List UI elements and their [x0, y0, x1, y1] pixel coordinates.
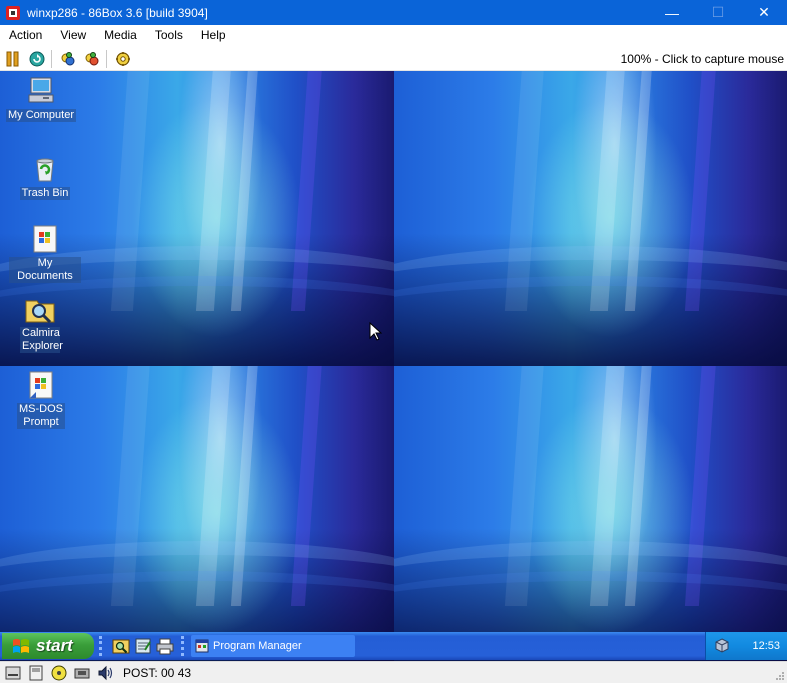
- program-manager-icon: [195, 639, 209, 653]
- notepad-icon[interactable]: [134, 637, 152, 655]
- printer-icon[interactable]: [156, 637, 174, 655]
- pause-icon: [6, 51, 19, 66]
- resize-grip-icon[interactable]: [775, 671, 785, 681]
- desktop-icon-label: MS-DOS Prompt: [17, 403, 65, 429]
- computer-icon: [28, 77, 54, 103]
- desktop-icon-label: Calmira Explorer: [20, 327, 63, 353]
- toolbar: 100% - Click to capture mouse: [0, 47, 787, 71]
- documents-icon: [33, 225, 57, 253]
- mouse-cursor-icon: [369, 322, 383, 341]
- reset-icon: [29, 51, 45, 66]
- desktop-icon-label: My Computer: [5, 109, 77, 122]
- reset-button[interactable]: [26, 48, 48, 70]
- sound-icon[interactable]: [97, 665, 113, 681]
- taskbar-grip[interactable]: [181, 636, 184, 656]
- emulator-screen[interactable]: My Computer Trash Bin My Documents Calmi…: [0, 71, 787, 661]
- maximize-button[interactable]: ☐: [695, 0, 741, 25]
- desktop-icon-ms-dos-prompt[interactable]: MS-DOS Prompt: [5, 369, 77, 429]
- desktop-icon-my-documents[interactable]: My Documents: [9, 223, 81, 283]
- desktop-icon-calmira-explorer[interactable]: Calmira Explorer: [4, 293, 76, 353]
- close-button[interactable]: ✕: [741, 0, 787, 25]
- menu-bar: Action View Media Tools Help: [0, 25, 787, 46]
- window-title: winxp286 - 86Box 3.6 [build 3904]: [27, 5, 208, 20]
- start-button[interactable]: start: [2, 633, 94, 659]
- pause-button[interactable]: [2, 48, 24, 70]
- capture-mouse-status: 100% - Click to capture mouse: [620, 52, 784, 66]
- settings-button[interactable]: [112, 48, 134, 70]
- explorer-icon: [25, 300, 55, 324]
- taskbar: start Program Manager 12:53: [0, 632, 787, 660]
- clock: 12:53: [752, 640, 780, 652]
- ctrl-alt-del-icon: [61, 51, 75, 65]
- menu-action[interactable]: Action: [0, 25, 51, 46]
- network-card-icon[interactable]: [74, 665, 90, 681]
- taskbar-grip[interactable]: [99, 636, 102, 656]
- cdrom-icon[interactable]: [51, 665, 67, 681]
- ctrl-alt-del-button[interactable]: [57, 48, 79, 70]
- desktop-icon-trash-bin[interactable]: Trash Bin: [9, 153, 81, 200]
- toolbar-separator: [51, 49, 52, 68]
- wallpaper-tile: [394, 71, 787, 366]
- dos-prompt-icon: [29, 371, 53, 399]
- desktop-icon-label: Trash Bin: [19, 187, 71, 200]
- disk-drive-icon[interactable]: [28, 665, 44, 681]
- recycle-bin-icon: [36, 158, 54, 182]
- explorer-icon[interactable]: [112, 637, 130, 655]
- toolbar-separator: [106, 49, 107, 68]
- windows-logo-icon: [13, 639, 29, 653]
- network-icon[interactable]: [714, 638, 730, 654]
- start-label: start: [36, 636, 73, 655]
- title-bar: winxp286 - 86Box 3.6 [build 3904] — ☐ ✕: [0, 0, 787, 25]
- status-bar: POST: 00 43: [0, 661, 787, 683]
- taskbar-item-program-manager[interactable]: Program Manager: [191, 635, 355, 657]
- desktop-icon-label: My Documents: [9, 257, 81, 283]
- floppy-drive-icon[interactable]: [5, 665, 21, 681]
- post-code: POST: 00 43: [123, 665, 192, 680]
- desktop-icon-my-computer[interactable]: My Computer: [5, 75, 77, 122]
- system-tray: 12:53: [705, 632, 787, 660]
- menu-tools[interactable]: Tools: [146, 25, 192, 46]
- menu-help[interactable]: Help: [192, 25, 235, 46]
- ctrl-alt-esc-icon: [85, 51, 99, 65]
- menu-view[interactable]: View: [51, 25, 95, 46]
- minimize-button[interactable]: —: [649, 0, 695, 25]
- ctrl-alt-esc-button[interactable]: [81, 48, 103, 70]
- settings-icon: [116, 51, 130, 66]
- taskbar-item-label: Program Manager: [213, 640, 302, 652]
- menu-media[interactable]: Media: [95, 25, 146, 46]
- app-icon: [6, 5, 20, 20]
- wallpaper-tile: [394, 366, 787, 661]
